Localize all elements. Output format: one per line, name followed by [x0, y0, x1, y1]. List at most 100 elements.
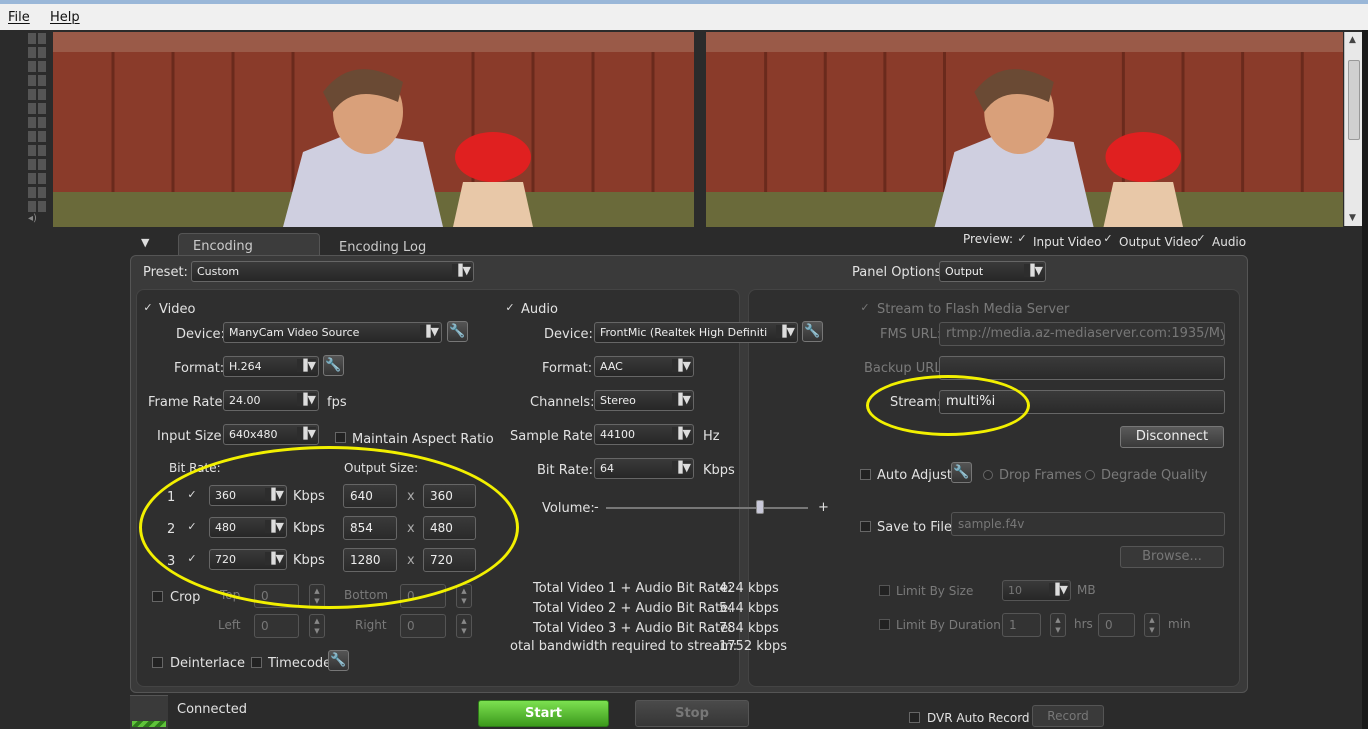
stream-highlight-ellipse [866, 375, 1030, 436]
stop-button[interactable]: Stop [635, 700, 749, 727]
degrade-quality-label: Degrade Quality [1101, 468, 1208, 483]
output-video-label: Output Video [1119, 235, 1199, 249]
audio-device-label: Device: [544, 327, 593, 342]
menu-bar: File Help [0, 0, 1368, 30]
crop-right-spinner[interactable]: ▲ ▼ [456, 614, 472, 638]
scroll-down-icon[interactable]: ▼ [1349, 213, 1356, 223]
start-button[interactable]: Start [478, 700, 609, 727]
sample-rate-dropdown[interactable]: 44100 [594, 424, 694, 445]
volume-plus: + [818, 500, 829, 515]
auto-adjust-checkbox[interactable] [860, 469, 871, 480]
save-to-file-checkbox[interactable] [860, 521, 871, 532]
audio-preview-label: Audio [1212, 235, 1247, 249]
collapse-arrow-icon[interactable]: ▼ [141, 236, 149, 249]
maintain-aspect-label: Maintain Aspect Ratio [352, 432, 494, 447]
panel-options-label: Panel Options: [852, 265, 946, 280]
record-button[interactable]: Record [1032, 705, 1104, 727]
wrench-icon[interactable]: 🔧 [951, 462, 972, 483]
status-indicator-box [130, 695, 168, 729]
audio-device-dropdown[interactable]: FrontMic (Realtek High Definiti [594, 322, 798, 343]
disconnect-button[interactable]: Disconnect [1120, 426, 1224, 448]
save-to-file-label: Save to File [877, 520, 952, 535]
volume-label: Volume: [542, 501, 595, 516]
browse-button[interactable]: Browse... [1120, 546, 1224, 568]
drop-frames-radio[interactable] [983, 470, 993, 480]
auto-adjust-label: Auto Adjust [877, 468, 952, 483]
crop-left-label: Left [218, 618, 241, 632]
audio-level-meter: ◂) [28, 33, 48, 225]
hz-unit: Hz [703, 429, 720, 444]
connection-indicator [132, 721, 166, 727]
menu-file[interactable]: File [8, 10, 30, 25]
total-value: 1752 kbps [719, 639, 788, 654]
crop-left-spinner[interactable]: ▲ ▼ [309, 614, 325, 638]
size-limit-dropdown[interactable]: 10 [1002, 580, 1071, 601]
video-checkbox[interactable]: ✓ [142, 302, 154, 314]
mb-unit: MB [1077, 583, 1096, 597]
wrench-icon[interactable]: 🔧 [802, 321, 823, 342]
backup-url-input[interactable] [939, 356, 1225, 380]
crop-right-input[interactable]: 0 [400, 614, 446, 638]
scroll-up-icon[interactable]: ▲ [1349, 35, 1356, 45]
hrs-unit: hrs [1074, 617, 1093, 631]
limit-by-duration-label: Limit By Duration [896, 618, 1001, 632]
timecode-checkbox[interactable] [251, 657, 262, 668]
preset-dropdown[interactable]: Custom [191, 261, 474, 282]
wrench-icon[interactable]: 🔧 [447, 321, 468, 342]
input-video-label: Input Video [1033, 235, 1102, 249]
wrench-icon[interactable]: 🔧 [328, 650, 349, 671]
timecode-label: Timecode [268, 656, 332, 671]
panel-options-dropdown[interactable]: Output [939, 261, 1046, 282]
volume-minus: - [594, 500, 599, 515]
limit-by-size-label: Limit By Size [896, 584, 974, 598]
fps-unit: fps [327, 395, 347, 410]
maintain-aspect-checkbox[interactable] [335, 432, 346, 443]
speaker-icon: ◂) [28, 213, 37, 224]
limit-by-size-checkbox[interactable] [879, 585, 890, 596]
degrade-quality-radio[interactable] [1085, 470, 1095, 480]
crop-bottom-spinner[interactable]: ▲ ▼ [456, 584, 472, 608]
preview-scrollbar[interactable]: ▲ ▼ [1344, 32, 1362, 226]
audio-title: Audio [521, 302, 558, 317]
deinterlace-checkbox[interactable] [152, 657, 163, 668]
total-value: 784 kbps [719, 621, 779, 636]
total-label: otal bandwidth required to stream: [510, 639, 738, 654]
output-video-preview [706, 32, 1343, 227]
input-size-label: Input Size: [157, 429, 226, 444]
tab-encoding-options[interactable]: Encoding Options [178, 233, 320, 269]
crop-checkbox[interactable] [152, 591, 163, 602]
minutes-spinner[interactable]: ▲ ▼ [1144, 613, 1160, 637]
frame-rate-dropdown[interactable]: 24.00 [223, 390, 319, 411]
stream-to-fms-checkbox[interactable]: ✓ [859, 302, 871, 314]
crop-left-input[interactable]: 0 [254, 614, 299, 638]
preset-label: Preset: [143, 265, 188, 280]
hours-input[interactable]: 1 [1002, 613, 1041, 637]
limit-by-duration-checkbox[interactable] [879, 619, 890, 630]
output-video-checkbox[interactable]: ✓ [1102, 233, 1114, 245]
hours-spinner[interactable]: ▲ ▼ [1050, 613, 1066, 637]
dvr-auto-record-checkbox[interactable] [909, 712, 920, 723]
audio-format-label: Format: [542, 361, 593, 376]
wrench-icon[interactable]: 🔧 [323, 355, 344, 376]
frame-rate-label: Frame Rate: [148, 395, 227, 410]
fms-url-input[interactable]: rtmp://media.az-mediaserver.com:1935/MyT… [939, 322, 1225, 346]
input-size-dropdown[interactable]: 640x480 [223, 424, 319, 445]
total-label: Total Video 1 + Audio Bit Rate: [533, 581, 733, 596]
minutes-input[interactable]: 0 [1098, 613, 1135, 637]
file-name-input[interactable]: sample.f4v [951, 512, 1225, 536]
audio-preview-checkbox[interactable]: ✓ [1195, 233, 1207, 245]
scrollbar-thumb[interactable] [1348, 60, 1360, 140]
audio-bit-rate-dropdown[interactable]: 64 [594, 458, 694, 479]
crop-label: Crop [170, 590, 201, 605]
sample-rate-label: Sample Rate: [510, 429, 598, 444]
menu-help[interactable]: Help [50, 10, 80, 25]
audio-format-dropdown[interactable]: AAC [594, 356, 694, 377]
total-value: 424 kbps [719, 581, 779, 596]
input-video-checkbox[interactable]: ✓ [1016, 233, 1028, 245]
volume-slider[interactable] [755, 500, 764, 514]
video-device-dropdown[interactable]: ManyCam Video Source [223, 322, 442, 343]
video-format-dropdown[interactable]: H.264 [223, 356, 319, 377]
window-edge [1362, 30, 1368, 729]
channels-dropdown[interactable]: Stereo [594, 390, 694, 411]
audio-checkbox[interactable]: ✓ [504, 302, 516, 314]
